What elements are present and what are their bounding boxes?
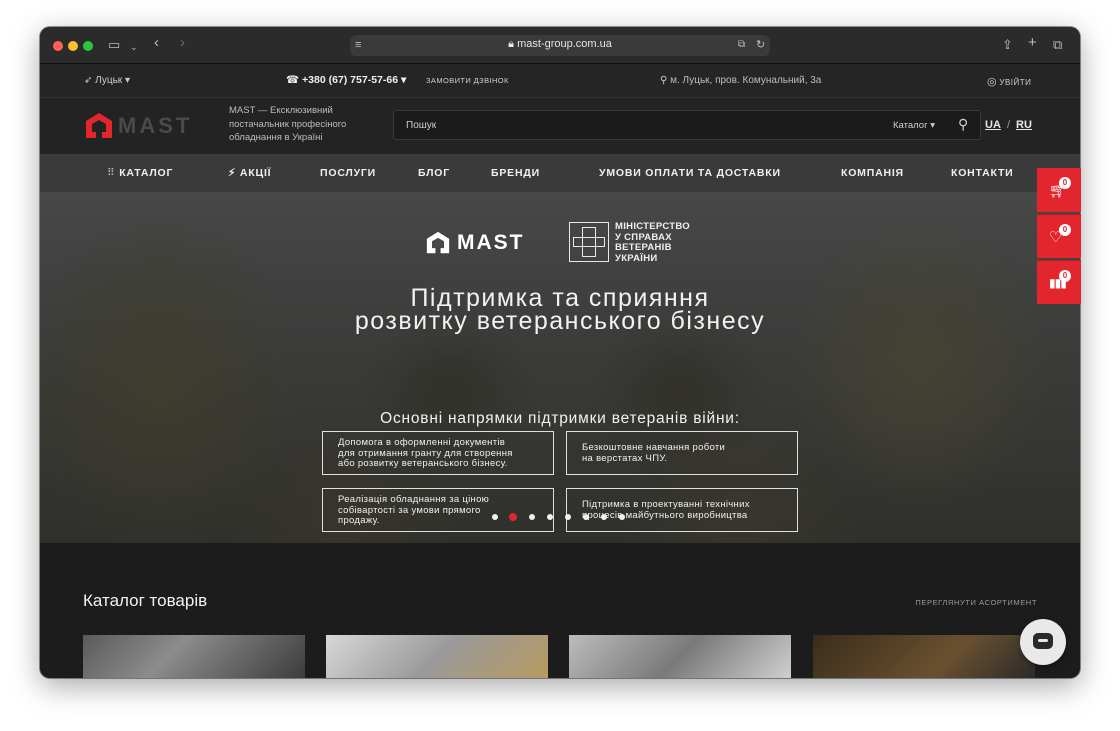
slider-dot[interactable] (565, 514, 571, 520)
ministry-emblem-icon (569, 222, 609, 262)
chat-bubble-icon (1033, 633, 1053, 649)
grid-icon: ⠿ (107, 167, 116, 179)
favorites-button[interactable]: ♡ 0 (1037, 214, 1081, 258)
ministry-name: МІНІСТЕРСТВО У СПРАВАХ ВЕТЕРАНІВ УКРАЇНИ (615, 221, 690, 264)
address-bar[interactable]: ≡ 🔒︎ mast-group.com.ua ⧉ ↻ (350, 35, 770, 56)
mast-logo-icon (86, 113, 112, 138)
hero-subtitle: Основні напрямки підтримки ветеранів вій… (380, 410, 740, 427)
site-tagline: MAST — Ексклюзивний постачальник професі… (229, 105, 347, 143)
cart-count: 0 (1059, 177, 1071, 189)
catalog-card[interactable] (813, 635, 1035, 678)
translate-icon[interactable]: ⧉ (738, 37, 745, 53)
slider-dot[interactable] (547, 514, 553, 520)
slider-dot[interactable] (492, 514, 498, 520)
callback-link[interactable]: ЗАМОВИТИ ДЗВІНОК (426, 76, 509, 85)
location-arrow-icon: ➶ (84, 75, 93, 86)
search-category-select[interactable]: Каталог ▾ (893, 120, 935, 131)
support-item-1: Допомога в оформленні документів для отр… (322, 431, 554, 475)
reload-icon[interactable]: ↻ (756, 37, 765, 53)
support-item-4: Підтримка в проектуванні технічних проце… (566, 488, 798, 532)
minimize-window-button[interactable] (68, 41, 78, 51)
slider-dot-active[interactable] (509, 513, 517, 521)
phone-number[interactable]: ☎ +380 (67) 757-57-66 ▾ (286, 74, 406, 86)
nav-blog[interactable]: БЛОГ (418, 167, 450, 179)
catalog-card[interactable] (326, 635, 548, 678)
support-item-3: Реалізація обладнання за ціною собіварто… (322, 488, 554, 532)
chevron-down-icon[interactable]: ⌄ (130, 39, 138, 55)
catalog-card[interactable] (569, 635, 791, 678)
city-selector[interactable]: ➶ Луцьк ▾ (84, 75, 130, 86)
nav-services[interactable]: ПОСЛУГИ (320, 167, 376, 179)
caret-icon: ▾ (400, 74, 407, 86)
search-input[interactable]: Пошук (406, 120, 436, 131)
nav-company[interactable]: КОМПАНІЯ (841, 167, 904, 179)
share-icon[interactable]: ⇪ (1002, 37, 1013, 53)
slider-dot[interactable] (619, 514, 625, 520)
hero-mast-logo: MAST (425, 229, 555, 259)
hero-title-line2: розвитку ветеранського бізнесу (354, 307, 766, 335)
hero-overlay (40, 192, 1080, 543)
main-nav: ⠿ КАТАЛОГ ⚡︎ АКЦІЇ ПОСЛУГИ БЛОГ БРЕНДИ У… (40, 154, 1080, 192)
sidebar-icon[interactable]: ▭ (108, 37, 120, 53)
user-circle-icon: ◎ (987, 76, 997, 88)
mast-logo-icon (426, 231, 450, 254)
nav-contacts[interactable]: КОНТАКТИ (951, 167, 1014, 179)
search-bar[interactable]: Пошук Каталог ▾ ⚲ (393, 110, 981, 140)
lock-icon: 🔒︎ (508, 38, 515, 50)
cart-button[interactable]: 🛒︎ 0 (1037, 168, 1081, 212)
lang-ua[interactable]: UA (985, 119, 1001, 131)
site-header: MAST MAST — Ексклюзивний постачальник пр… (40, 98, 1080, 154)
nav-catalog[interactable]: ⠿ КАТАЛОГ (107, 167, 173, 179)
browser-toolbar: ▭ ⌄ ‹ › ≡ 🔒︎ mast-group.com.ua ⧉ ↻ ⇪ + ⧉ (40, 27, 1080, 64)
close-window-button[interactable] (53, 41, 63, 51)
compare-button[interactable]: ▮▮▮ 0 (1037, 260, 1081, 304)
compare-count: 0 (1059, 270, 1071, 282)
login-link[interactable]: ◎ УВІЙТИ (987, 75, 1031, 88)
slider-dot[interactable] (529, 514, 535, 520)
hero-banner[interactable]: MAST МІНІСТЕРСТВО У СПРАВАХ ВЕТЕРАНІВ УК… (40, 192, 1080, 543)
chat-widget-button[interactable] (1020, 619, 1066, 665)
lightning-icon: ⚡︎ (228, 167, 237, 179)
url-text: 🔒︎ mast-group.com.ua (508, 38, 612, 50)
lang-ru[interactable]: RU (1016, 119, 1032, 131)
top-info-bar: ➶ Луцьк ▾ ☎ +380 (67) 757-57-66 ▾ ЗАМОВИ… (40, 64, 1080, 98)
catalog-card[interactable] (83, 635, 305, 678)
support-item-2: Безкоштовне навчання роботи на верстатах… (566, 431, 798, 475)
back-icon[interactable]: ‹ (154, 35, 159, 51)
catalog-section: Каталог товарів ПЕРЕГЛЯНУТИ АСОРТИМЕНТ (40, 543, 1080, 678)
search-icon[interactable]: ⚲ (958, 116, 968, 133)
address-text: ⚲ м. Луцьк, пров. Комунальний, 3а (660, 75, 822, 86)
nav-brands[interactable]: БРЕНДИ (491, 167, 540, 179)
favorites-count: 0 (1059, 224, 1071, 236)
slider-dot[interactable] (601, 514, 607, 520)
browser-window: ▭ ⌄ ‹ › ≡ 🔒︎ mast-group.com.ua ⧉ ↻ ⇪ + ⧉… (40, 27, 1080, 678)
caret-icon: ▾ (124, 75, 130, 86)
tabs-overview-icon[interactable]: ⧉ (1053, 37, 1062, 53)
map-pin-icon: ⚲ (660, 75, 668, 86)
site-logo[interactable]: MAST (84, 112, 209, 140)
zoom-window-button[interactable] (83, 41, 93, 51)
caret-icon: ▾ (930, 120, 935, 131)
new-tab-icon[interactable]: + (1028, 35, 1037, 51)
phone-icon: ☎ (286, 74, 300, 86)
slider-dot[interactable] (583, 514, 589, 520)
lang-separator: / (1007, 119, 1011, 131)
view-assortment-link[interactable]: ПЕРЕГЛЯНУТИ АСОРТИМЕНТ (915, 598, 1037, 607)
section-title: Каталог товарів (83, 591, 208, 610)
nav-payment-delivery[interactable]: УМОВИ ОПЛАТИ ТА ДОСТАВКИ (599, 167, 781, 179)
nav-sales[interactable]: ⚡︎ АКЦІЇ (228, 167, 271, 179)
forward-icon[interactable]: › (180, 35, 185, 51)
